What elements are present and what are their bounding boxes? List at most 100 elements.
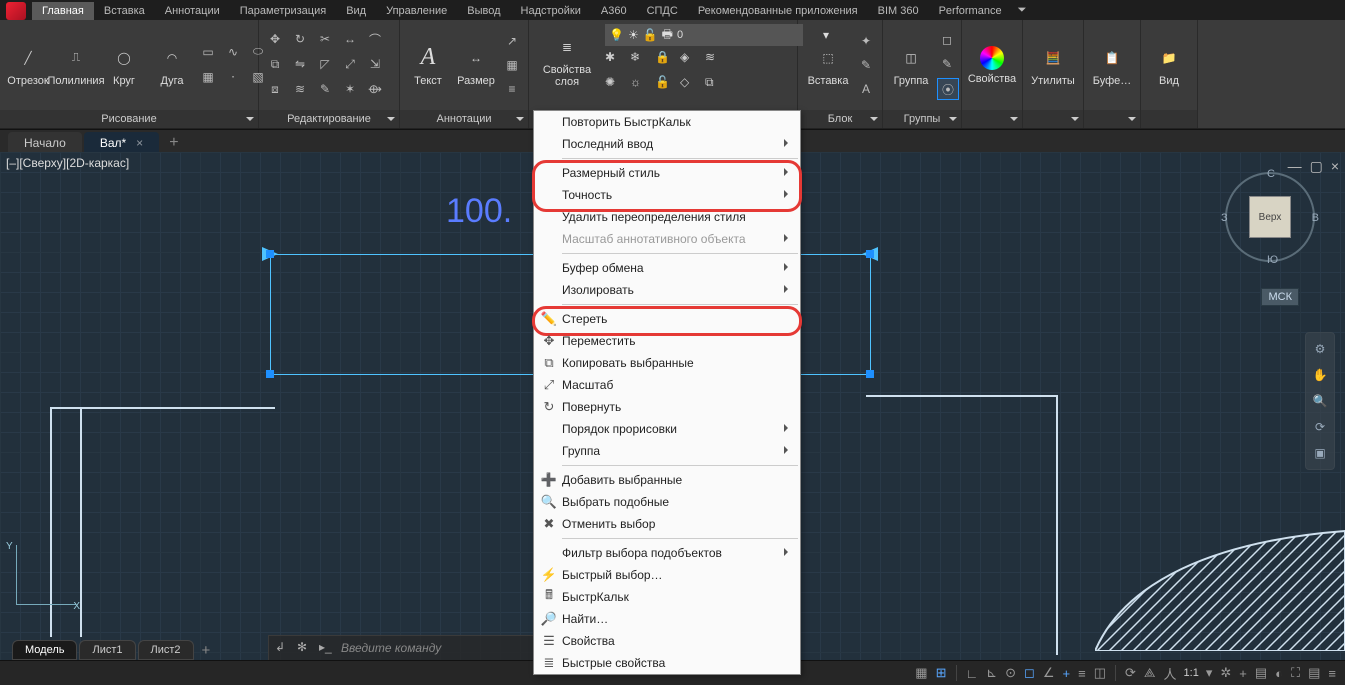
context-menu-item[interactable]: Точность bbox=[534, 184, 800, 206]
hatch-icon[interactable]: ▦ bbox=[198, 67, 218, 87]
context-menu-item[interactable]: Размерный стиль bbox=[534, 162, 800, 184]
ucs-icon[interactable]: YX bbox=[6, 545, 76, 615]
command-line[interactable]: ↲ ✻ ▸_ Введите команду bbox=[268, 635, 562, 661]
snap2d-toggle[interactable]: ◻ bbox=[1023, 665, 1036, 681]
properties-button[interactable]: Свойства bbox=[968, 44, 1016, 87]
grip[interactable] bbox=[866, 370, 874, 378]
spline-icon[interactable]: ∿ bbox=[223, 42, 243, 62]
close-vp-icon[interactable]: × bbox=[1331, 158, 1339, 175]
panel-view-title[interactable] bbox=[1141, 110, 1197, 128]
drawing-tab-add[interactable]: + bbox=[161, 132, 186, 154]
tab-performance[interactable]: Performance bbox=[929, 2, 1012, 20]
erase-icon[interactable]: ✎ bbox=[315, 79, 335, 99]
context-menu-item[interactable]: ☰Свойства bbox=[534, 630, 800, 652]
ungroup-icon[interactable]: ◻ bbox=[937, 30, 957, 50]
panel-clip-title[interactable] bbox=[1084, 110, 1140, 128]
dimension-button[interactable]: ↔Размер bbox=[454, 42, 498, 89]
close-icon[interactable]: × bbox=[136, 136, 143, 150]
rect-icon[interactable]: ▭ bbox=[198, 42, 218, 62]
context-menu-item[interactable]: Буфер обмена bbox=[534, 257, 800, 279]
context-menu-item[interactable]: Изолировать bbox=[534, 279, 800, 301]
cube-e[interactable]: В bbox=[1312, 212, 1319, 224]
layout-tab-model[interactable]: Модель bbox=[12, 640, 77, 660]
view-button[interactable]: 📁Вид bbox=[1147, 42, 1191, 89]
tab-parametric[interactable]: Параметризация bbox=[230, 2, 336, 20]
tab-annotations[interactable]: Аннотации bbox=[155, 2, 230, 20]
tab-a360[interactable]: A360 bbox=[591, 2, 637, 20]
leader-icon[interactable]: ↗ bbox=[502, 31, 522, 51]
clean-screen-icon[interactable]: ⛶ bbox=[1290, 665, 1301, 681]
cube-w[interactable]: З bbox=[1221, 212, 1228, 224]
stretch-icon[interactable]: ⇲ bbox=[365, 54, 385, 74]
context-menu-item[interactable]: ⚡Быстрый выбор… bbox=[534, 564, 800, 586]
nav-pan-icon[interactable]: ✋ bbox=[1310, 365, 1330, 385]
osnap-toggle[interactable]: ∟ bbox=[965, 666, 980, 681]
chamfer-icon[interactable]: ◸ bbox=[315, 54, 335, 74]
dynamic-input-toggle[interactable]: + bbox=[1062, 666, 1072, 681]
context-menu-item[interactable]: ≣Быстрые свойства bbox=[534, 652, 800, 674]
array-icon[interactable]: ⧈ bbox=[265, 79, 285, 99]
context-menu-item[interactable]: Повторить БыстрКальк bbox=[534, 111, 800, 133]
panel-block-title[interactable]: Блок bbox=[798, 110, 882, 128]
tab-extra-dropdown[interactable]: ⏷ bbox=[1012, 1, 1033, 20]
block-attr-icon[interactable]: A bbox=[856, 79, 876, 99]
workspace-switch-icon[interactable]: ✲ bbox=[1219, 665, 1232, 681]
isolate-icon[interactable]: ▤ bbox=[1254, 665, 1268, 681]
tab-bim360[interactable]: BIM 360 bbox=[868, 2, 929, 20]
context-menu-item[interactable]: Фильтр выбора подобъектов bbox=[534, 542, 800, 564]
cycling-toggle[interactable]: ⟳ bbox=[1124, 665, 1137, 681]
layout-tab-sheet2[interactable]: Лист2 bbox=[138, 640, 194, 660]
context-menu-item[interactable]: ✖Отменить выбор bbox=[534, 513, 800, 535]
tab-view[interactable]: Вид bbox=[336, 2, 376, 20]
group-edit-icon[interactable]: ✎ bbox=[937, 54, 957, 74]
transparency-toggle[interactable]: ◫ bbox=[1093, 665, 1107, 681]
lineweight-toggle[interactable]: ≡ bbox=[1077, 666, 1087, 681]
nav-showmotion-icon[interactable]: ▣ bbox=[1310, 443, 1330, 463]
layoff-icon[interactable]: ✱ bbox=[605, 50, 627, 72]
context-menu-item[interactable]: ✏️Стереть bbox=[534, 308, 800, 330]
layout-tab-sheet1[interactable]: Лист1 bbox=[79, 640, 135, 660]
panel-annot-title[interactable]: Аннотации bbox=[400, 110, 528, 128]
3dosnap-toggle[interactable]: ⟁ bbox=[1143, 665, 1157, 681]
annotative-toggle[interactable]: 人 bbox=[1163, 664, 1178, 683]
command-history-icon[interactable]: ↲ bbox=[275, 640, 291, 656]
move-icon[interactable]: ✥ bbox=[265, 29, 285, 49]
nav-wheel-icon[interactable]: ⚙ bbox=[1310, 339, 1330, 359]
text-button[interactable]: AТекст bbox=[406, 42, 450, 89]
viewport-label[interactable]: [–][Сверху][2D-каркас] bbox=[6, 156, 129, 170]
rotate-icon[interactable]: ↻ bbox=[290, 29, 310, 49]
customize-icon[interactable]: ▤ bbox=[1307, 665, 1321, 681]
offset-icon[interactable]: ≋ bbox=[290, 79, 310, 99]
tab-manage[interactable]: Управление bbox=[376, 2, 457, 20]
layer-props-button[interactable]: ≣Свойства слоя bbox=[535, 31, 599, 90]
join-icon[interactable]: ⟴ bbox=[365, 79, 385, 99]
group-on-icon[interactable]: ⦿ bbox=[937, 78, 959, 100]
grip[interactable] bbox=[266, 370, 274, 378]
nav-orbit-icon[interactable]: ⟳ bbox=[1310, 417, 1330, 437]
context-menu-item[interactable]: 🔎Найти… bbox=[534, 608, 800, 630]
group-button[interactable]: ◫Группа bbox=[889, 42, 933, 89]
msk-label[interactable]: МСК bbox=[1261, 288, 1299, 306]
laymch-icon[interactable]: ≋ bbox=[705, 50, 727, 72]
panel-group-title[interactable]: Группы bbox=[883, 110, 961, 128]
mirror-icon[interactable]: ⇋ bbox=[290, 54, 310, 74]
laymrg-icon[interactable]: ⧉ bbox=[705, 75, 727, 97]
panel-draw-title[interactable]: Рисование bbox=[0, 110, 258, 128]
tab-output[interactable]: Вывод bbox=[457, 2, 510, 20]
tab-addins[interactable]: Надстройки bbox=[511, 2, 591, 20]
grid-toggle[interactable]: ⊞ bbox=[935, 665, 948, 681]
laythw-icon[interactable]: ☼ bbox=[630, 75, 652, 97]
context-menu-item[interactable]: Последний ввод bbox=[534, 133, 800, 155]
cube-s[interactable]: Ю bbox=[1267, 254, 1278, 266]
command-settings-icon[interactable]: ✻ bbox=[297, 640, 313, 656]
circle-button[interactable]: ◯Круг bbox=[102, 42, 146, 89]
block-create-icon[interactable]: ✦ bbox=[856, 31, 876, 51]
anno-monitor-icon[interactable]: + bbox=[1238, 666, 1248, 681]
tab-insert[interactable]: Вставка bbox=[94, 2, 155, 20]
layout-tab-add[interactable]: + bbox=[196, 639, 217, 662]
panel-util-title[interactable] bbox=[1023, 110, 1083, 128]
grip[interactable] bbox=[866, 250, 874, 258]
anno-scale[interactable]: 1:1 bbox=[1184, 667, 1199, 679]
explode-icon[interactable]: ✶ bbox=[340, 79, 360, 99]
context-menu-item[interactable]: ⤢Масштаб bbox=[534, 374, 800, 396]
